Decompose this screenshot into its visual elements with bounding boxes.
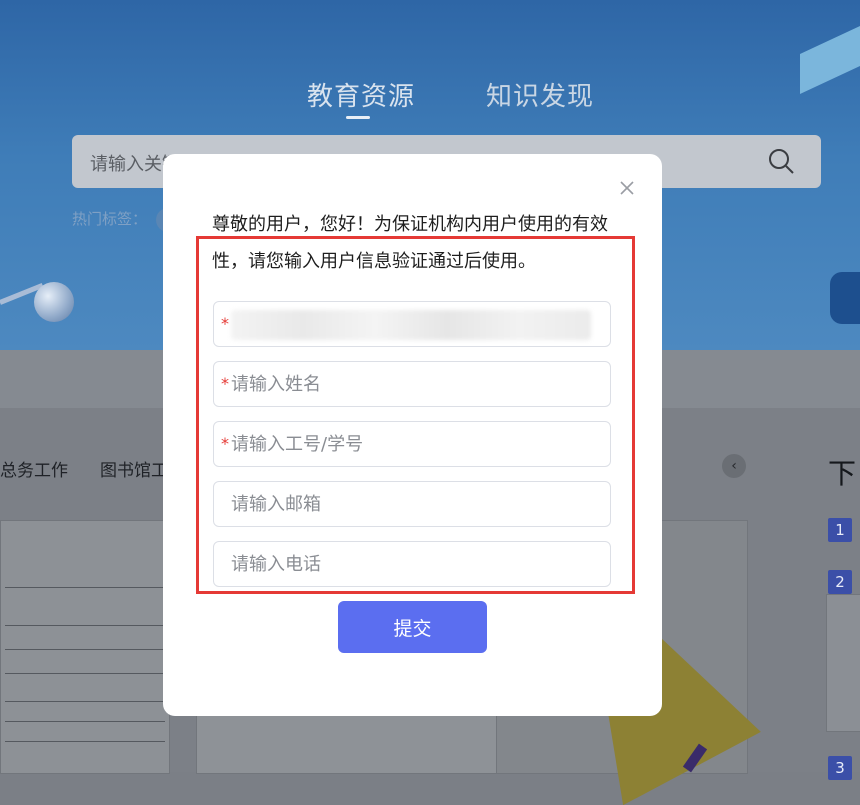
phone-field[interactable]	[213, 541, 611, 587]
name-input[interactable]	[231, 362, 601, 406]
email-input[interactable]	[231, 482, 601, 526]
employee-student-id-input[interactable]	[231, 422, 601, 466]
organization-field[interactable]: *	[213, 301, 611, 347]
required-mark: *	[221, 434, 229, 453]
id-field[interactable]: *	[213, 421, 611, 467]
email-field[interactable]	[213, 481, 611, 527]
verification-modal: 尊敬的用户，您好！为保证机构内用户使用的有效性，请您输入用户信息验证通过后使用。…	[163, 154, 662, 716]
required-mark: *	[221, 374, 229, 393]
blurred-value	[231, 310, 591, 340]
submit-button[interactable]: 提交	[338, 601, 487, 653]
name-field[interactable]: *	[213, 361, 611, 407]
close-icon[interactable]	[616, 177, 638, 199]
phone-input[interactable]	[231, 542, 601, 586]
required-mark: *	[221, 314, 229, 333]
